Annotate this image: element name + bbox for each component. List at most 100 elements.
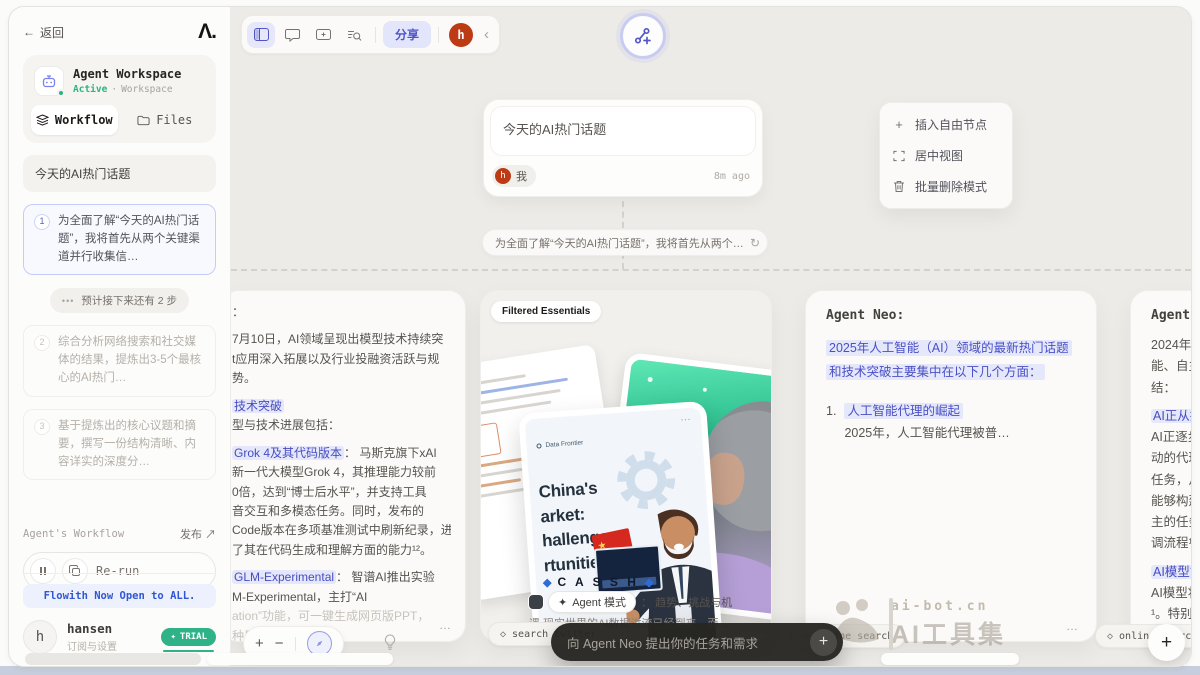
robot-icon <box>34 66 64 96</box>
step-item-2[interactable]: 2 综合分析网络搜索和社交媒体的结果，提炼出3-5个最核心的AI热门… <box>23 325 216 396</box>
card-line: 主的任务 <box>1151 512 1191 533</box>
share-button[interactable]: 分享 <box>383 21 431 48</box>
scrollbar-segment[interactable] <box>881 653 1019 665</box>
agent-neo-card[interactable]: Agent Neo: 2025年人工智能（AI）领域的最新热门话题和技术突破主要… <box>805 290 1097 642</box>
status-dot <box>57 89 65 97</box>
agent-mode-row: ✦ Agent 模式 ： 趋势、挑战与机 <box>529 591 732 613</box>
menu-item-batch-delete[interactable]: 批量删除模式 <box>885 171 1007 202</box>
root-node-card[interactable]: 今天的AI热门话题 h 我 8m ago <box>483 99 763 197</box>
sparkle-icon: ✦ <box>170 632 175 642</box>
list-number: 1. <box>826 400 836 445</box>
dashed-divider-horizontal <box>231 269 1191 271</box>
toolbar-avatar[interactable]: h <box>449 23 473 47</box>
task-input-bar[interactable]: 向 Agent Neo 提出你的任务和需求 + <box>551 623 843 661</box>
list-item-body: 2025年，人工智能代理被普… <box>844 422 1009 445</box>
add-node-fab[interactable]: + <box>1148 624 1185 661</box>
infographic-brand: Data Frontier <box>545 439 583 449</box>
cassh-brand: ◆ C A S S H ◆ <box>543 575 653 589</box>
layers-icon <box>36 114 49 126</box>
center-view-icon <box>892 150 906 162</box>
diamond-icon: ◇ <box>500 629 506 640</box>
sparkle-icon: ✦ <box>558 596 567 609</box>
back-button[interactable]: ← 返回 <box>23 24 64 41</box>
workflow-footer-label: Agent's Workflow <box>23 528 124 540</box>
workspace-type: Workspace <box>121 84 172 95</box>
git-branch-plus-icon <box>632 25 654 47</box>
plan-summary-text: 为全面了解“今天的AI热门话题”，我将首先从两个关… <box>495 235 744 251</box>
comments-button[interactable] <box>278 22 306 48</box>
refresh-icon[interactable]: ↻ <box>750 236 760 250</box>
app-window: ← 返回 Λ. Agent Workspace Active <box>8 6 1192 667</box>
zoom-in-button[interactable]: + <box>255 636 264 651</box>
workflow-canvas[interactable]: 分享 h ‹ 今天的AI热门话题 h 我 8m ago <box>231 7 1191 666</box>
card-line: AI正从执 <box>1151 406 1191 427</box>
dots-icon: ••• <box>62 296 74 306</box>
tab-files[interactable]: Files <box>122 105 209 135</box>
search-notes-icon <box>347 28 362 42</box>
comment-icon <box>285 28 300 42</box>
trial-badge-label: TRIAL <box>180 632 207 642</box>
user-avatar[interactable]: h <box>23 620 57 654</box>
step-number: 1 <box>34 214 50 230</box>
tab-workflow[interactable]: Workflow <box>31 105 118 135</box>
zoom-out-button[interactable]: − <box>275 636 284 651</box>
step-number: 2 <box>34 335 50 351</box>
card-plus-icon <box>316 28 331 41</box>
vertical-scrollbar[interactable] <box>889 598 893 650</box>
send-plus-button[interactable]: + <box>810 629 837 656</box>
agent-mode-chip[interactable]: ✦ Agent 模式 <box>548 591 636 613</box>
more-menu-icon: … <box>679 411 692 424</box>
list-item-title: 人工智能代理的崛起 <box>844 403 963 419</box>
card-line: 2024年至 <box>1151 335 1191 356</box>
plan-summary-pill[interactable]: 为全面了解“今天的AI热门话题”，我将首先从两个关… ↻ <box>482 229 768 256</box>
menu-item-center-view[interactable]: 居中视图 <box>885 140 1007 171</box>
publish-link[interactable]: 发布 ↗ <box>180 526 216 542</box>
watermark-name: AI工具集 <box>891 615 1006 651</box>
lightbulb-icon[interactable] <box>383 634 397 651</box>
menu-item-insert-node[interactable]: + 插入自由节点 <box>885 109 1007 140</box>
collapse-toolbar-chevron[interactable]: ‹ <box>479 26 494 43</box>
flowith-logo: Λ. <box>198 20 216 44</box>
card-line: AI模型将 <box>1151 583 1191 604</box>
topic-box[interactable]: 今天的AI热门话题 <box>23 155 216 192</box>
diamond-icon: ◇ <box>1107 631 1113 642</box>
tweet-avatar <box>529 595 543 609</box>
more-menu-icon[interactable]: … <box>1066 619 1080 633</box>
step-text: 基于提炼出的核心议题和摘要，撰写一份结构清晰、内容详实的深度分… <box>58 418 205 471</box>
user-subtitle: 订阅与设置 <box>67 638 117 653</box>
trash-icon <box>892 180 906 193</box>
author-avatar: h <box>495 168 511 184</box>
sidebar: ← 返回 Λ. Agent Workspace Active <box>9 7 231 666</box>
news-result-card[interactable]: ： 7月10日，AI领域呈现出模型技术持续突 t应用深入拓展以及行业投融资活跃与… <box>231 290 466 642</box>
page-bottom-edge <box>0 666 1200 675</box>
gallery-result-card[interactable]: Filtered Essentials … <box>480 290 772 642</box>
scrollbar-segment[interactable] <box>207 653 393 665</box>
search-notes-button[interactable] <box>340 22 368 48</box>
timestamp: 8m ago <box>714 171 750 182</box>
step-text: 综合分析网络搜索和社交媒体的结果，提炼出3-5个最核心的AI热门… <box>58 334 205 387</box>
more-menu-icon[interactable]: … <box>439 616 453 635</box>
card-line: 调流程¹。 <box>1151 533 1191 554</box>
toggle-sidebar-button[interactable] <box>247 22 275 48</box>
card-line: 动的代理 <box>1151 448 1191 469</box>
add-card-button[interactable] <box>309 22 337 48</box>
root-node-text: 今天的AI热门话题 <box>490 106 756 156</box>
step-text: 为全面了解“今天的AI热门话题”，我将首先从两个关键渠道并行收集信… <box>58 213 205 266</box>
user-row[interactable]: h hansen 订阅与设置 ✦ TRIAL <box>23 620 216 654</box>
plus-icon: + <box>892 117 906 132</box>
open-to-all-banner[interactable]: Flowith Now Open to ALL. <box>23 584 216 608</box>
agent-intro-highlight: 2025年人工智能（AI）领域的最新热门话题和技术突破主要集中在以下几个方面： <box>826 340 1072 380</box>
workspace-status: Active <box>73 84 107 95</box>
toolbar-divider <box>375 27 376 43</box>
sidebar-panel-icon <box>254 28 269 41</box>
brand-dot-icon <box>536 443 541 448</box>
trial-badge[interactable]: ✦ TRIAL <box>161 628 216 646</box>
watermark-site: ai-bot.cn <box>891 599 988 614</box>
scrollbar-segment[interactable] <box>25 653 201 665</box>
steps-remaining-text: 预计接下来还有 2 步 <box>81 293 177 308</box>
step-item-1[interactable]: 1 为全面了解“今天的AI热门话题”，我将首先从两个关键渠道并行收集信… <box>23 204 216 275</box>
agent-neo-card-2[interactable]: Agent Neo: 2024年至 能、自主 结： AI正从执 AI正逐步 动的… <box>1130 290 1191 642</box>
add-node-button[interactable] <box>620 13 666 59</box>
agent-heading: Agent Neo: <box>826 308 1076 323</box>
step-item-3[interactable]: 3 基于提炼出的核心议题和摘要，撰写一份结构清晰、内容详实的深度分… <box>23 409 216 480</box>
